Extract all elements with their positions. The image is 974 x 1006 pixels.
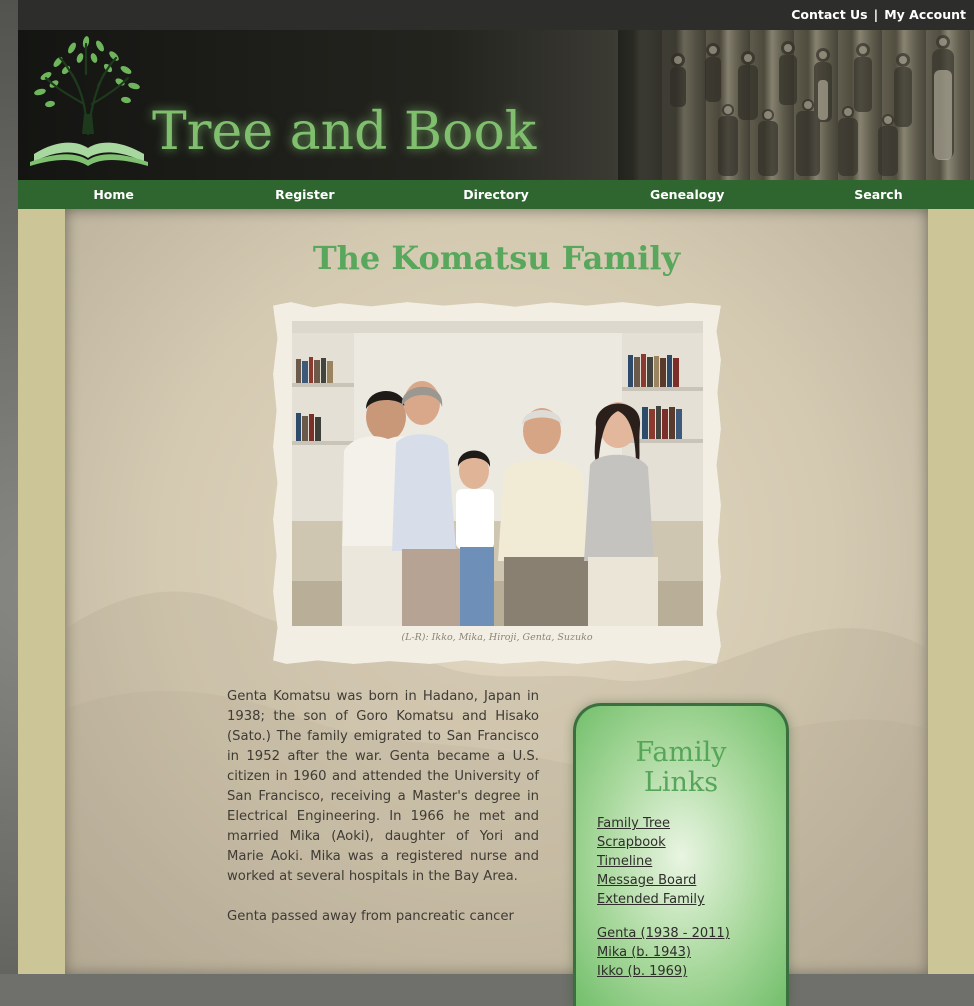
nav-search[interactable]: Search bbox=[783, 180, 974, 209]
family-links-title-line: Family bbox=[635, 737, 727, 768]
family-links-title-line: Links bbox=[643, 767, 719, 798]
nav-register[interactable]: Register bbox=[209, 180, 400, 209]
link-family-tree[interactable]: Family Tree bbox=[597, 814, 786, 833]
nav-genealogy[interactable]: Genealogy bbox=[592, 180, 783, 209]
family-photo[interactable] bbox=[292, 321, 703, 626]
link-scrapbook[interactable]: Scrapbook bbox=[597, 833, 786, 852]
historic-family-photo-banner bbox=[618, 30, 974, 180]
site-title[interactable]: Tree and Book bbox=[152, 102, 536, 162]
link-member-genta[interactable]: Genta (1938 - 2011) bbox=[597, 924, 786, 943]
nav-directory[interactable]: Directory bbox=[400, 180, 591, 209]
family-links-list: Family Tree Scrapbook Timeline Message B… bbox=[597, 814, 786, 981]
link-message-board[interactable]: Message Board bbox=[597, 871, 786, 890]
page-title: The Komatsu Family bbox=[312, 239, 681, 277]
nav-home[interactable]: Home bbox=[18, 180, 209, 209]
main-navigation: Home Register Directory Genealogy Search bbox=[18, 180, 974, 209]
family-photo-card: (L-R): Ikko, Mika, Hiroji, Genta, Suzuko bbox=[273, 302, 721, 664]
biography-paragraph: Genta passed away from pancreatic cancer bbox=[227, 909, 514, 924]
contact-us-link[interactable]: Contact Us bbox=[791, 7, 867, 22]
top-bar: Contact Us | My Account bbox=[18, 0, 974, 30]
link-timeline[interactable]: Timeline bbox=[597, 852, 786, 871]
my-account-link[interactable]: My Account bbox=[884, 7, 966, 22]
links-spacer bbox=[597, 909, 786, 924]
family-links-panel: Family Links Family Tree Scrapbook Timel… bbox=[573, 703, 789, 1006]
tree-book-logo-icon[interactable] bbox=[26, 34, 152, 176]
link-member-ikko[interactable]: Ikko (b. 1969) bbox=[597, 962, 786, 981]
family-biography: Genta Komatsu was born in Hadano, Japan … bbox=[227, 687, 539, 947]
site-frame: Contact Us | My Account Tree and Book Ho… bbox=[18, 0, 974, 1006]
family-links-title: Family Links bbox=[576, 738, 786, 798]
top-links: Contact Us | My Account bbox=[791, 7, 966, 22]
main-content: The Komatsu Family (L-R): Ikko, Mika, Hi… bbox=[65, 209, 928, 1006]
link-extended-family[interactable]: Extended Family bbox=[597, 890, 786, 909]
top-links-separator: | bbox=[873, 7, 879, 22]
link-member-mika[interactable]: Mika (b. 1943) bbox=[597, 943, 786, 962]
biography-paragraph: Genta Komatsu was born in Hadano, Japan … bbox=[227, 689, 539, 884]
photo-caption: (L-R): Ikko, Mika, Hiroji, Genta, Suzuko bbox=[401, 632, 593, 643]
site-header: Tree and Book bbox=[18, 30, 974, 180]
